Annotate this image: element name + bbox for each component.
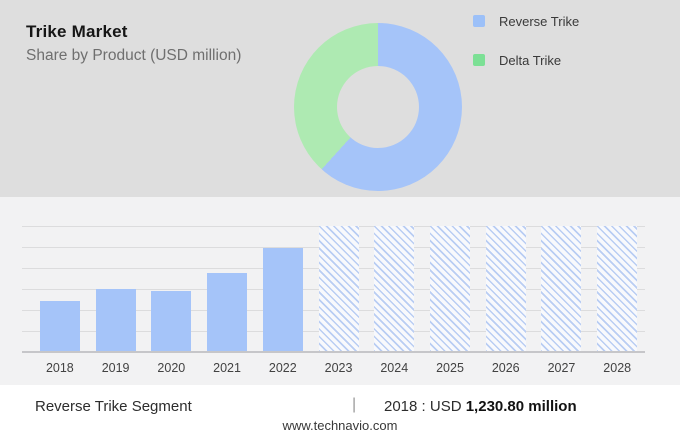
bar-column: 2020 [143, 226, 199, 375]
x-axis-label: 2024 [380, 361, 409, 375]
page-title: Trike Market [26, 22, 128, 41]
donut-hole [337, 66, 419, 148]
forecast-bar [541, 226, 582, 352]
trike-market-infographic: Trike Market Share by Product (USD milli… [0, 0, 680, 440]
forecast-bar [597, 226, 638, 352]
value-bar [39, 300, 80, 352]
stat-value: 1,230.80 million [465, 398, 577, 415]
bar-column: 2027 [534, 226, 590, 375]
bar-column: 2026 [478, 226, 534, 375]
bar-column: 2025 [422, 226, 478, 375]
footer-separator: | [352, 396, 357, 413]
value-bar [151, 291, 192, 352]
value-bar [262, 248, 303, 352]
legend-label: Reverse Trike [499, 13, 580, 29]
x-axis-label: 2025 [436, 361, 464, 375]
bar-column: 2028 [589, 226, 645, 375]
bar-chart-plot: 2018 2019 2020 2021 2022 2023 2024 2025 2026 2027… [22, 226, 645, 375]
legend-swatch [473, 15, 485, 27]
value-bar [95, 289, 136, 352]
footer-section: Reverse Trike Segment | 2018 : USD 1,230… [0, 385, 680, 440]
legend-item: Reverse Trike [473, 13, 580, 29]
bar-column: 2018 [32, 226, 88, 375]
x-axis-label: 2027 [547, 361, 576, 375]
stat-2018: 2018 : USD 1,230.80 million [384, 398, 577, 415]
bar-column: 2022 [255, 226, 311, 375]
stat-prefix: 2018 : USD [384, 398, 462, 415]
bar-column: 2021 [199, 226, 255, 375]
x-axis-line [22, 351, 645, 353]
page-subtitle: Share by Product (USD million) [26, 47, 242, 64]
forecast-bar [318, 226, 359, 352]
segment-label: Reverse Trike Segment [35, 398, 192, 415]
legend-item: Delta Trike [473, 52, 579, 68]
bar-column: 2019 [88, 226, 144, 375]
legend-label: Delta Trike [499, 52, 562, 68]
bar-chart-columns: 2018 2019 2020 2021 2022 2023 2024 2025 2026 2027… [22, 226, 645, 375]
website-link[interactable]: www.technavio.com [283, 418, 398, 433]
x-axis-label: 2028 [603, 361, 632, 375]
x-axis-label: 2022 [268, 361, 297, 375]
x-axis-label: 2020 [157, 361, 186, 375]
donut-chart [294, 23, 462, 191]
x-axis-label: 2019 [101, 361, 130, 375]
forecast-bar [430, 226, 470, 352]
legend-swatch [473, 54, 485, 66]
forecast-bar [485, 226, 526, 352]
x-axis-label: 2026 [491, 361, 520, 375]
bar-chart-section: 2018 2019 2020 2021 2022 2023 2024 2025 2026 2027… [0, 197, 680, 385]
x-axis-label: 2018 [45, 361, 74, 375]
value-bar [207, 273, 248, 352]
header-section: Trike Market Share by Product (USD milli… [0, 0, 680, 197]
bar-column: 2024 [366, 226, 422, 375]
legend: Reverse Trike Delta Trike [473, 14, 579, 92]
x-axis-label: 2023 [324, 361, 353, 375]
x-axis-label: 2021 [213, 361, 241, 375]
bar-column: 2023 [311, 226, 367, 375]
forecast-bar [374, 226, 415, 352]
